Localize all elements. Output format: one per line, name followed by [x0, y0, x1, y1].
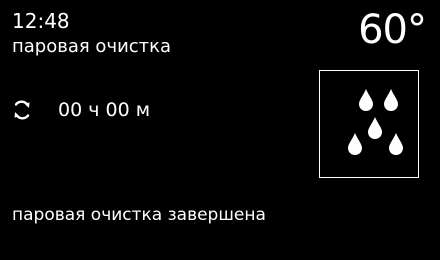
steam-drops-icon: [348, 89, 403, 155]
status-message: паровая очистка завершена: [12, 205, 266, 225]
program-name: паровая очистка: [12, 36, 172, 57]
timer-row[interactable]: 00 ч 00 м: [10, 98, 150, 122]
steam-mode-button[interactable]: [319, 70, 419, 178]
cycle-arrows-icon: [10, 98, 34, 122]
temperature-value[interactable]: 60°: [358, 8, 427, 52]
oven-display: 12:48 паровая очистка 60° 00 ч 00 м паро…: [0, 0, 440, 260]
timer-value: 00 ч 00 м: [58, 99, 151, 121]
clock-time: 12:48: [12, 9, 70, 33]
